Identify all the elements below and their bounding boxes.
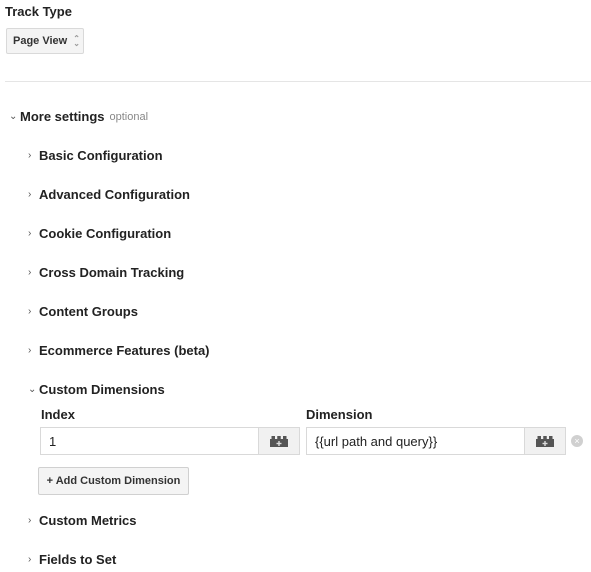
chevron-down-icon: ⌄	[9, 111, 18, 122]
chevron-right-icon: ›	[28, 267, 32, 278]
section-label: Custom Metrics	[39, 513, 137, 528]
track-type-value: Page View	[13, 35, 68, 47]
add-custom-dimension-button[interactable]: + Add Custom Dimension	[38, 467, 189, 495]
chevron-right-icon: ›	[28, 228, 32, 239]
chevron-right-icon: ›	[28, 554, 32, 565]
chevron-right-icon: ›	[28, 345, 32, 356]
section-basic-configuration[interactable]: › Basic Configuration	[28, 148, 163, 163]
chevron-right-icon: ›	[28, 189, 32, 200]
section-label: Advanced Configuration	[39, 187, 190, 202]
variable-picker-button[interactable]	[524, 428, 565, 454]
chevron-right-icon: ›	[28, 150, 32, 161]
index-field[interactable]: 1	[40, 427, 300, 455]
variable-picker-button[interactable]	[258, 428, 299, 454]
optional-label: optional	[109, 110, 149, 123]
lego-brick-icon	[270, 435, 288, 447]
chevron-right-icon: ›	[28, 306, 32, 317]
chevron-right-icon: ›	[28, 515, 32, 526]
divider	[5, 81, 591, 82]
section-cross-domain-tracking[interactable]: › Cross Domain Tracking	[28, 265, 184, 280]
track-type-select[interactable]: Page View ⌃ ⌄	[6, 28, 84, 54]
section-advanced-configuration[interactable]: › Advanced Configuration	[28, 187, 190, 202]
section-custom-metrics[interactable]: › Custom Metrics	[28, 513, 137, 528]
section-label: Fields to Set	[39, 552, 117, 567]
section-label: Cookie Configuration	[39, 226, 172, 241]
index-header: Index	[41, 407, 75, 422]
chevron-down-icon: ⌄	[28, 384, 37, 395]
more-settings-label: More settings	[20, 109, 105, 124]
section-ecommerce-features[interactable]: › Ecommerce Features (beta)	[28, 343, 210, 358]
section-label: Basic Configuration	[39, 148, 163, 163]
section-label: Custom Dimensions	[39, 382, 165, 397]
dimension-header: Dimension	[306, 407, 373, 422]
section-label: Ecommerce Features (beta)	[39, 343, 210, 358]
section-custom-dimensions[interactable]: ⌄ Custom Dimensions	[28, 382, 165, 397]
remove-row-icon[interactable]: ×	[571, 435, 583, 447]
more-settings-toggle[interactable]: ⌄ More settings optional	[9, 109, 148, 124]
dimension-field[interactable]: {{url path and query}}	[306, 427, 566, 455]
section-fields-to-set[interactable]: › Fields to Set	[28, 552, 116, 567]
section-label: Cross Domain Tracking	[39, 265, 185, 280]
dimension-input[interactable]: {{url path and query}}	[307, 428, 524, 454]
section-content-groups[interactable]: › Content Groups	[28, 304, 138, 319]
section-cookie-configuration[interactable]: › Cookie Configuration	[28, 226, 171, 241]
select-caret-icon: ⌃ ⌄	[73, 34, 80, 48]
lego-brick-icon	[536, 435, 554, 447]
section-label: Content Groups	[39, 304, 138, 319]
index-input[interactable]: 1	[41, 428, 258, 454]
track-type-label: Track Type	[5, 4, 72, 19]
